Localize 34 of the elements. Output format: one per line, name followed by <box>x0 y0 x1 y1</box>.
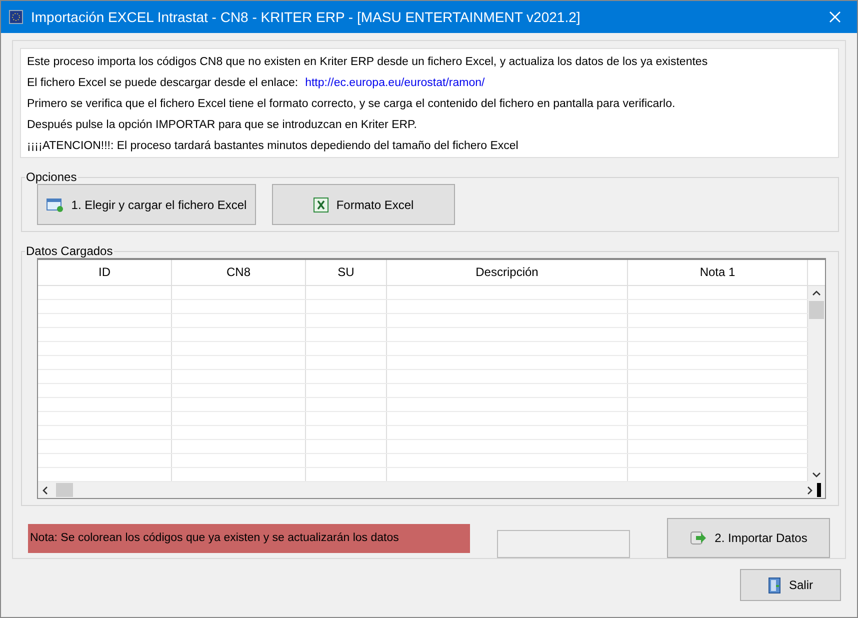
app-icon <box>9 10 23 24</box>
note-banner: Nota: Se colorean los códigos que ya existen y se actualizarán los datos <box>28 524 470 552</box>
horizontal-scrollbar[interactable] <box>38 482 825 498</box>
option-button[interactable]: 1. Elegir y cargar el fichero Excel <box>37 184 256 225</box>
scroll-thumb[interactable] <box>56 483 73 497</box>
column-header[interactable]: Nota 1 <box>628 260 808 285</box>
scroll-left-icon[interactable] <box>42 486 48 494</box>
column-header[interactable]: ID <box>38 260 172 285</box>
scroll-down-icon[interactable] <box>812 472 821 478</box>
scroll-marker <box>817 483 821 497</box>
group-title: Opciones <box>25 170 78 184</box>
scroll-right-icon[interactable] <box>807 486 813 494</box>
vertical-scrollbar[interactable] <box>808 286 825 482</box>
column-header[interactable]: SU <box>306 260 387 285</box>
scroll-thumb[interactable] <box>809 301 824 319</box>
import-button[interactable]: 2. Importar Datos <box>667 518 830 558</box>
close-icon[interactable] <box>829 11 841 23</box>
info-text: Este proceso importa los códigos CN8 que no existen en Kriter ERP desde un fichero Excel, y actualiza los datos de los ya existentes <box>27 56 708 68</box>
column-header[interactable]: Descripción <box>387 260 628 285</box>
group-title: Datos Cargados <box>25 244 114 258</box>
exit-button[interactable]: Salir <box>740 569 841 601</box>
column-header[interactable]: CN8 <box>172 260 306 285</box>
download-link[interactable]: http://ec.europa.eu/eurostat/ramon/ <box>305 77 485 89</box>
spreadsheet-icon <box>313 196 330 212</box>
info-text: El fichero Excel se puede descargar desde el enlace: <box>27 77 298 89</box>
window-icon <box>46 196 64 212</box>
door-icon <box>768 576 782 594</box>
option-button[interactable]: Formato Excel <box>272 184 455 225</box>
info-text: ¡¡¡¡ATENCION!!!: El proceso tardará bastantes minutos depediendo del tamaño del fichero Excel <box>27 140 518 152</box>
scroll-up-icon[interactable] <box>812 290 821 296</box>
window-title: Importación EXCEL Intrastat - CN8 - KRITER ERP - [MASU ENTERTAINMENT v2021.2] <box>31 9 582 25</box>
arrow-icon <box>690 530 708 546</box>
info-text: Primero se verifica que el fichero Excel tiene el formato correcto, y se carga el contenido del fichero en pantalla para verificarlo. <box>27 98 676 110</box>
info-text: Después pulse la opción IMPORTAR para que se introduzcan en Kriter ERP. <box>27 119 417 131</box>
